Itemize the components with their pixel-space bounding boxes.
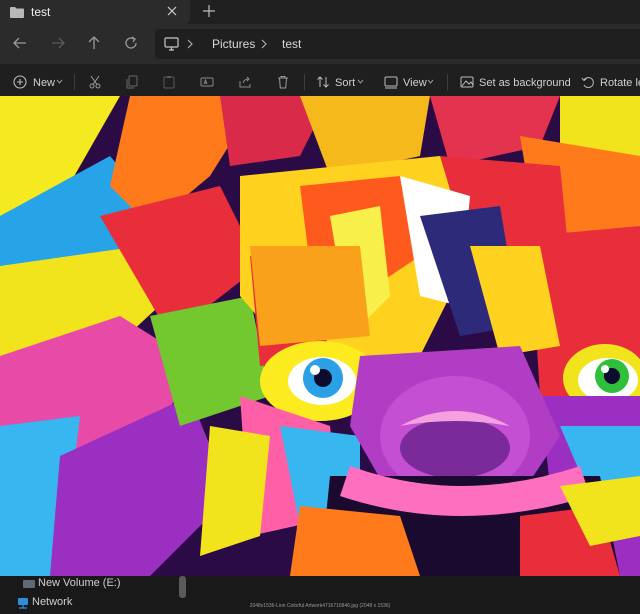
address-bar[interactable]: Pictures test [155, 29, 640, 59]
divider [74, 74, 75, 90]
arrow-up-icon[interactable] [86, 35, 102, 51]
view-button[interactable]: View [403, 77, 427, 89]
chevron-down-icon [427, 79, 434, 84]
paste-icon[interactable] [162, 75, 176, 89]
rotate-left-button[interactable]: Rotate left [600, 77, 640, 89]
breadcrumb-test[interactable]: test [282, 37, 301, 51]
chevron-right-icon [185, 37, 195, 51]
tab-strip: test [0, 0, 640, 24]
folder-icon [10, 6, 24, 18]
image-preview[interactable] [0, 96, 640, 576]
set-as-background-button[interactable]: Set as background [479, 77, 571, 89]
arrow-right-icon[interactable] [50, 35, 66, 51]
command-bar: New Sort View Set as background Rotate l [0, 64, 640, 100]
view-icon[interactable] [384, 75, 398, 89]
arrow-left-icon[interactable] [12, 35, 28, 51]
new-icon[interactable] [13, 75, 27, 89]
copy-icon[interactable] [125, 75, 139, 89]
rename-icon[interactable] [200, 75, 214, 89]
monitor-icon [164, 37, 179, 51]
new-button[interactable]: New [33, 77, 55, 89]
chevron-right-icon [259, 37, 269, 51]
breadcrumb-pictures[interactable]: Pictures [212, 37, 255, 51]
scrollbar[interactable] [179, 576, 186, 598]
wallpaper-icon[interactable] [460, 75, 474, 89]
tab-title: test [31, 5, 51, 19]
divider [447, 74, 448, 90]
cut-icon[interactable] [88, 75, 102, 89]
share-icon[interactable] [238, 75, 252, 89]
sort-button[interactable]: Sort [335, 77, 355, 89]
drive-icon [22, 579, 36, 589]
sort-icon[interactable] [316, 75, 330, 89]
close-icon[interactable] [166, 5, 178, 17]
navigation-bar: Pictures test [0, 24, 640, 64]
rotate-left-icon[interactable] [581, 75, 595, 89]
refresh-icon[interactable] [123, 35, 139, 51]
trash-icon[interactable] [276, 75, 290, 89]
chevron-down-icon [56, 79, 63, 84]
tab-test[interactable]: test [0, 0, 190, 24]
divider [304, 74, 305, 90]
image-caption: 2048x1536-Lion Colorful Artwork471671684… [249, 603, 391, 609]
lion-artwork [0, 96, 640, 576]
sidebar-item-new-volume[interactable]: New Volume (E:) [38, 577, 121, 589]
chevron-down-icon [357, 79, 364, 84]
plus-icon[interactable] [202, 4, 216, 18]
